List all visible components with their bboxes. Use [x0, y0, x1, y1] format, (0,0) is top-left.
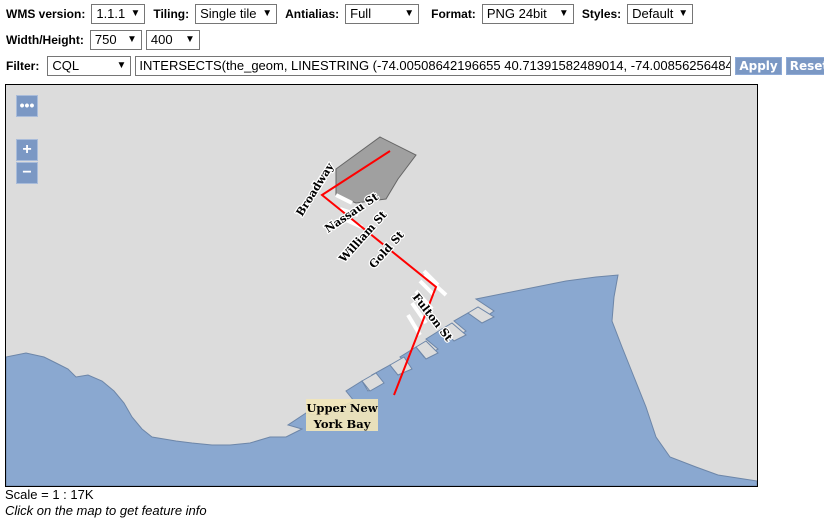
chevron-down-icon: ▼ — [678, 8, 689, 19]
zoom-out-button[interactable]: − — [16, 162, 38, 184]
antialias-value: Full — [350, 6, 372, 21]
filter-label: Filter: — [6, 59, 40, 73]
antialias-select[interactable]: Full ▼ — [345, 4, 420, 24]
tiling-label: Tiling: — [153, 7, 190, 21]
zoom-in-button[interactable]: + — [16, 139, 38, 161]
map-canvas[interactable]: Broadway Nassau St William St Gold St Fu… — [6, 85, 757, 486]
styles-value: Default — [632, 6, 674, 21]
format-label: Format: — [431, 7, 476, 21]
chevron-down-icon: ▼ — [262, 8, 273, 19]
selected-feature-polygon — [335, 136, 417, 204]
tiling-select[interactable]: Single tile ▼ — [195, 4, 278, 24]
styles-label: Styles: — [581, 7, 622, 21]
chevron-down-icon: ▼ — [126, 34, 137, 45]
toolbar-toggle-button[interactable]: ••• — [16, 95, 38, 117]
options-row-2: Width/Height: 750 ▼ 400 ▼ — [6, 30, 208, 50]
chevron-down-icon: ▼ — [404, 8, 415, 19]
tiling-value: Single tile — [200, 6, 257, 21]
format-value: PNG 24bit — [486, 6, 547, 21]
width-select[interactable]: 750 ▼ — [89, 30, 142, 50]
wms-version-select[interactable]: 1.1.1 ▼ — [91, 4, 146, 24]
antialias-label: Antialias: — [285, 7, 340, 21]
filter-type-select[interactable]: CQL ▼ — [47, 56, 132, 76]
scale-text: Scale = 1 : 17K — [5, 487, 94, 502]
height-select[interactable]: 400 ▼ — [145, 30, 200, 50]
apply-button[interactable]: Apply — [735, 57, 782, 75]
format-select[interactable]: PNG 24bit ▼ — [481, 4, 574, 24]
bay-label-line1: Upper New — [306, 401, 378, 415]
bay-label-line2: York Bay — [313, 417, 371, 431]
feature-info-hint: Click on the map to get feature info — [5, 503, 207, 518]
options-row-1: WMS version: 1.1.1 ▼ Tiling: Single tile… — [6, 4, 701, 24]
chevron-down-icon: ▼ — [116, 60, 127, 71]
ellipsis-icon: ••• — [19, 97, 35, 113]
width-value: 750 — [94, 32, 117, 47]
reset-button[interactable]: Reset — [785, 57, 824, 75]
width-height-label: Width/Height: — [6, 33, 84, 47]
height-value: 400 — [150, 32, 173, 47]
wms-version-value: 1.1.1 — [96, 6, 126, 21]
styles-select[interactable]: Default ▼ — [627, 4, 694, 24]
wms-version-label: WMS version: — [6, 7, 86, 21]
chevron-down-icon: ▼ — [130, 8, 141, 19]
chevron-down-icon: ▼ — [558, 8, 569, 19]
chevron-down-icon: ▼ — [184, 34, 195, 45]
filter-expression-text: INTERSECTS(the_geom, LINESTRING (-74.005… — [139, 58, 732, 73]
map-viewport[interactable]: Broadway Nassau St William St Gold St Fu… — [5, 84, 758, 487]
filter-row: Filter: CQL ▼ INTERSECTS(the_geom, LINES… — [6, 56, 824, 76]
filter-expression-input[interactable]: INTERSECTS(the_geom, LINESTRING (-74.005… — [135, 56, 732, 76]
filter-type-value: CQL — [52, 58, 80, 73]
